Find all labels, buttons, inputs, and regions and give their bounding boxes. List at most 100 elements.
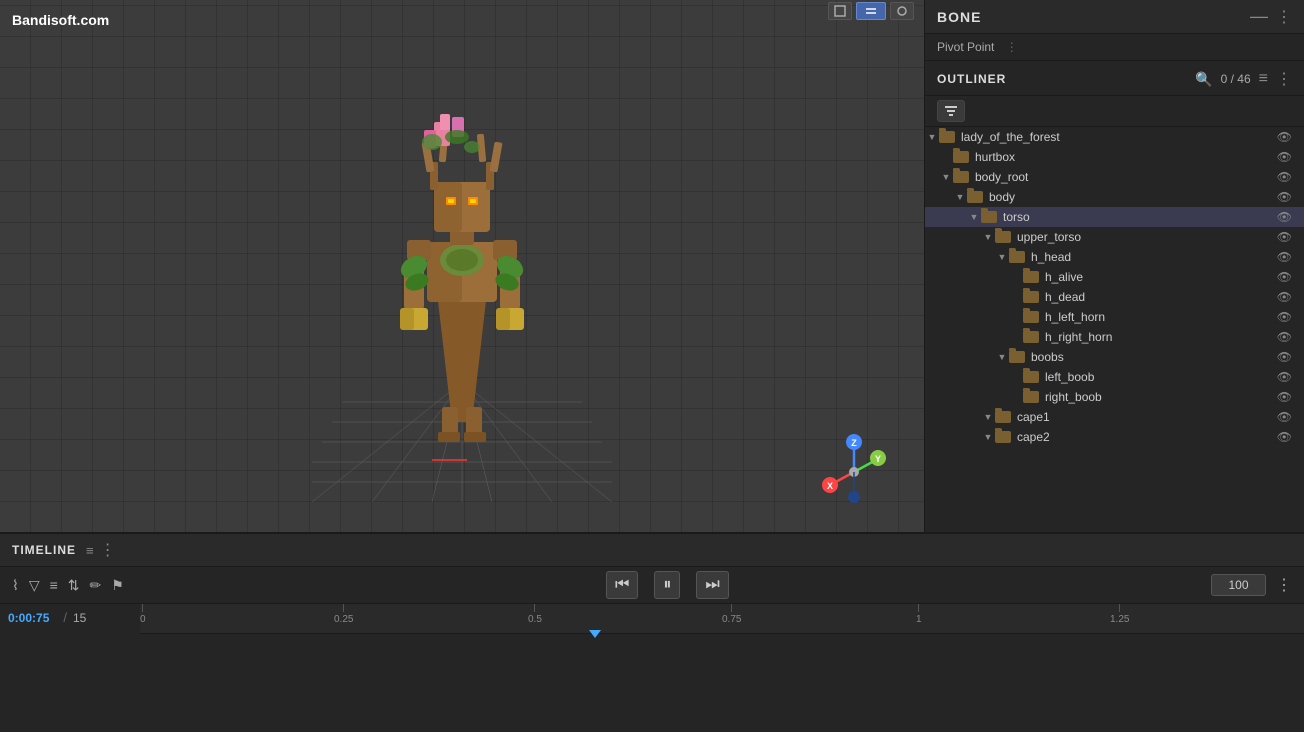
svg-text:Y: Y bbox=[875, 454, 881, 464]
outliner-header: OUTLINER 🔍 0 / 46 ≡ bbox=[925, 61, 1304, 96]
tree-item-lady_of_the_forest[interactable]: lady_of_the_forest 👁 bbox=[925, 127, 1304, 147]
folder-icon bbox=[1023, 391, 1039, 403]
tree-item-h_left_horn[interactable]: h_left_horn 👁 bbox=[925, 307, 1304, 327]
folder-icon bbox=[1023, 291, 1039, 303]
tree-item-right_boob[interactable]: right_boob 👁 bbox=[925, 387, 1304, 407]
tree-arrow bbox=[995, 350, 1009, 364]
timeline-time-panel: 0:00:75 / 15 bbox=[0, 604, 140, 732]
tree-item-body_root[interactable]: body_root 👁 bbox=[925, 167, 1304, 187]
tree-arrow bbox=[967, 210, 981, 224]
tl-sort2-icon[interactable]: ⇅ bbox=[68, 577, 80, 594]
tree-arrow bbox=[1009, 270, 1023, 284]
pivot-point-row: Pivot Point ⋮ bbox=[925, 34, 1304, 61]
visibility-icon[interactable]: 👁 bbox=[1277, 170, 1296, 184]
tree-item-h_alive[interactable]: h_alive 👁 bbox=[925, 267, 1304, 287]
visibility-icon[interactable]: 👁 bbox=[1277, 390, 1296, 404]
svg-text:Z: Z bbox=[851, 438, 857, 448]
viewport-btn-2[interactable] bbox=[856, 2, 886, 20]
viewport-btn-3[interactable] bbox=[890, 2, 914, 20]
visibility-icon[interactable]: 👁 bbox=[1277, 310, 1296, 324]
outliner-menu-btn[interactable] bbox=[1276, 69, 1292, 89]
frame-number-input[interactable]: 100 bbox=[1211, 574, 1266, 596]
tree-item-label: h_dead bbox=[1045, 290, 1277, 304]
folder-icon bbox=[939, 131, 955, 143]
tree-item-h_head[interactable]: h_head 👁 bbox=[925, 247, 1304, 267]
outliner-controls: 🔍 0 / 46 ≡ bbox=[1195, 69, 1292, 89]
tl-filter-icon[interactable]: ▽ bbox=[29, 577, 40, 594]
tree-arrow bbox=[1009, 390, 1023, 404]
tree-item-cape1[interactable]: cape1 👁 bbox=[925, 407, 1304, 427]
timeline-header-icons: ≡ bbox=[86, 540, 116, 560]
timeline-settings-icon[interactable]: ≡ bbox=[86, 543, 94, 558]
viewport-gizmo[interactable]: Z X Y bbox=[814, 432, 894, 512]
visibility-icon[interactable]: 👁 bbox=[1277, 370, 1296, 384]
tree-item-upper_torso[interactable]: upper_torso 👁 bbox=[925, 227, 1304, 247]
outliner-count: 0 / 46 bbox=[1221, 72, 1251, 86]
folder-icon bbox=[1023, 311, 1039, 323]
visibility-icon[interactable]: 👁 bbox=[1277, 430, 1296, 444]
timeline-ruler-area[interactable]: 00.250.50.7511.251.5 bbox=[140, 604, 1304, 732]
viewport-btn-1[interactable] bbox=[828, 2, 852, 20]
timeline-playback-controls: ⏮ ⏸ ⏭ bbox=[134, 571, 1201, 599]
timeline: TIMELINE ≡ ⌇ ▽ ≡ ⇅ ✏ ⚑ ⏮ ⏸ ⏭ 100 ⋮ 0:00:… bbox=[0, 532, 1304, 732]
timeline-more-btn[interactable]: ⋮ bbox=[1276, 575, 1292, 595]
tree-item-label: upper_torso bbox=[1017, 230, 1277, 244]
visibility-icon[interactable]: 👁 bbox=[1277, 190, 1296, 204]
tree-item-label: h_right_horn bbox=[1045, 330, 1277, 344]
outliner-search-icon[interactable]: 🔍 bbox=[1195, 71, 1212, 88]
tree-item-torso[interactable]: torso 👁 bbox=[925, 207, 1304, 227]
visibility-icon[interactable]: 👁 bbox=[1277, 150, 1296, 164]
visibility-icon[interactable]: 👁 bbox=[1277, 130, 1296, 144]
visibility-icon[interactable]: 👁 bbox=[1277, 270, 1296, 284]
right-panel: BONE — Pivot Point ⋮ OUTLINER 🔍 0 / 46 ≡ bbox=[924, 0, 1304, 532]
timeline-body: 0:00:75 / 15 00.250.50.7511.251.5 bbox=[0, 604, 1304, 732]
visibility-icon[interactable]: 👁 bbox=[1277, 290, 1296, 304]
visibility-icon[interactable]: 👁 bbox=[1277, 330, 1296, 344]
pause-btn[interactable]: ⏸ bbox=[654, 571, 680, 599]
viewport-toolbar bbox=[828, 2, 914, 20]
tree-arrow bbox=[981, 410, 995, 424]
tree-item-label: torso bbox=[1003, 210, 1277, 224]
tree-arrow bbox=[1009, 310, 1023, 324]
tree-arrow bbox=[1009, 290, 1023, 304]
outliner-tree[interactable]: lady_of_the_forest 👁 hurtbox 👁 body_root… bbox=[925, 127, 1304, 532]
rewind-btn[interactable]: ⏮ bbox=[606, 571, 638, 599]
time-separator: / bbox=[63, 610, 67, 625]
visibility-icon[interactable]: 👁 bbox=[1277, 350, 1296, 364]
total-frames: 15 bbox=[73, 611, 86, 625]
tree-item-body[interactable]: body 👁 bbox=[925, 187, 1304, 207]
tree-item-h_right_horn[interactable]: h_right_horn 👁 bbox=[925, 327, 1304, 347]
tl-sort-icon[interactable]: ≡ bbox=[50, 577, 58, 593]
tl-flag-icon[interactable]: ⚑ bbox=[111, 577, 124, 594]
viewport[interactable]: Bandisoft.com bbox=[0, 0, 924, 532]
tree-arrow bbox=[939, 150, 953, 164]
tree-item-boobs[interactable]: boobs 👁 bbox=[925, 347, 1304, 367]
svg-text:X: X bbox=[827, 481, 833, 491]
tl-edit-icon[interactable]: ✏ bbox=[90, 577, 102, 594]
tree-item-label: body_root bbox=[975, 170, 1277, 184]
tree-item-h_dead[interactable]: h_dead 👁 bbox=[925, 287, 1304, 307]
panel-minimize-btn[interactable]: — bbox=[1250, 6, 1268, 27]
tree-item-label: h_head bbox=[1031, 250, 1277, 264]
timeline-menu-btn[interactable] bbox=[100, 540, 116, 560]
tl-curve-icon[interactable]: ⌇ bbox=[12, 577, 19, 594]
tree-item-cape2[interactable]: cape2 👁 bbox=[925, 427, 1304, 447]
tree-item-label: cape2 bbox=[1017, 430, 1277, 444]
timeline-ruler: 00.250.50.7511.251.5 bbox=[140, 604, 1304, 634]
folder-icon bbox=[953, 151, 969, 163]
tree-item-left_boob[interactable]: left_boob 👁 bbox=[925, 367, 1304, 387]
outliner-filter-btn[interactable] bbox=[937, 100, 965, 122]
ruler-mark: 1.25 bbox=[1110, 604, 1129, 625]
visibility-icon[interactable]: 👁 bbox=[1277, 250, 1296, 264]
tree-arrow bbox=[1009, 330, 1023, 344]
visibility-icon[interactable]: 👁 bbox=[1277, 230, 1296, 244]
tree-item-hurtbox[interactable]: hurtbox 👁 bbox=[925, 147, 1304, 167]
ruler-mark: 1 bbox=[916, 604, 922, 625]
outliner-settings-icon[interactable]: ≡ bbox=[1259, 70, 1268, 88]
visibility-icon[interactable]: 👁 bbox=[1277, 210, 1296, 224]
forward-btn[interactable]: ⏭ bbox=[696, 571, 728, 599]
panel-title: BONE bbox=[937, 9, 981, 25]
visibility-icon[interactable]: 👁 bbox=[1277, 410, 1296, 424]
tree-item-label: h_left_horn bbox=[1045, 310, 1277, 324]
panel-menu-btn[interactable] bbox=[1276, 7, 1292, 27]
